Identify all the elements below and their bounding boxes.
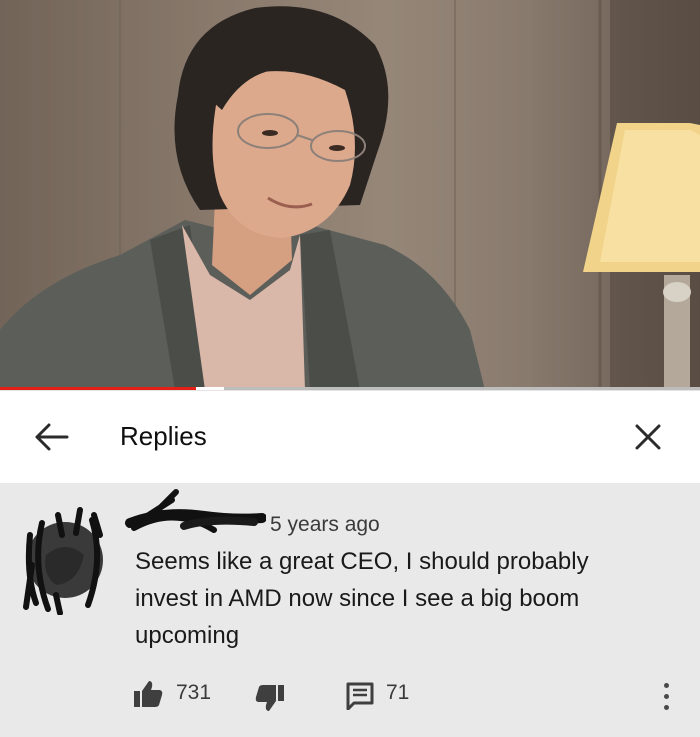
video-played-bar bbox=[0, 387, 196, 390]
more-vert-icon[interactable] bbox=[655, 676, 677, 716]
header-title: Replies bbox=[120, 421, 207, 451]
video-player[interactable] bbox=[0, 0, 700, 390]
more-dot bbox=[663, 682, 669, 688]
comment-icon[interactable] bbox=[346, 682, 374, 710]
arrow-left-icon bbox=[35, 423, 69, 451]
avatar[interactable] bbox=[22, 505, 108, 615]
close-icon bbox=[635, 424, 661, 450]
replies-header: Replies bbox=[0, 391, 700, 483]
like-count: 731 bbox=[176, 681, 212, 704]
reply-count: 71 bbox=[386, 681, 410, 704]
comment-text: Seems like a great CEO, I should probabl… bbox=[135, 548, 589, 649]
more-dot bbox=[663, 704, 669, 710]
video-frame bbox=[0, 0, 700, 390]
thumbs-down-icon[interactable] bbox=[255, 683, 285, 713]
close-button[interactable] bbox=[628, 417, 668, 457]
author-name-redacted[interactable] bbox=[124, 488, 266, 538]
more-dot bbox=[663, 693, 669, 699]
thumbs-up-icon[interactable] bbox=[133, 679, 163, 709]
back-button[interactable] bbox=[32, 417, 72, 457]
comment-timestamp: 5 years ago bbox=[270, 513, 380, 536]
comment-item: 5 years ago Seems like a great CEO, I sh… bbox=[0, 483, 700, 737]
video-progress-bar[interactable] bbox=[0, 387, 700, 390]
